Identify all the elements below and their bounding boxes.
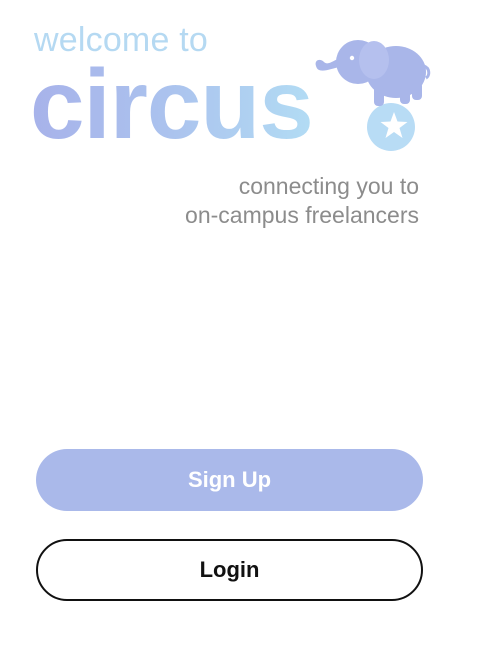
tagline: connecting you to on-campus freelancers	[185, 172, 419, 230]
tagline-line-2: on-campus freelancers	[185, 202, 419, 228]
brand-title: circus	[30, 49, 314, 159]
elephant-on-ball-icon	[312, 20, 432, 152]
login-label: Login	[199, 557, 260, 582]
sign-up-label: Sign Up	[187, 467, 272, 492]
tagline-line-1: connecting you to	[238, 173, 419, 199]
login-button[interactable]: Login	[36, 539, 423, 601]
sign-up-button[interactable]: Sign Up	[36, 449, 423, 511]
